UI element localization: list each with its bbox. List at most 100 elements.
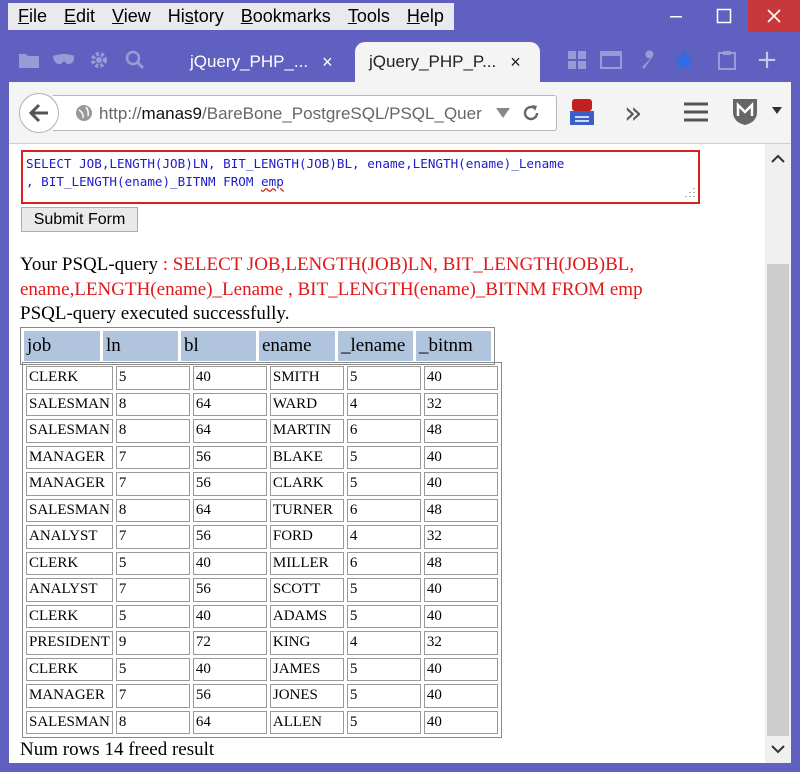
table-cell: MARTIN [269,419,344,443]
table-cell: FORD [269,525,344,549]
table-cell: 8 [115,498,190,522]
table-cell: 5 [115,657,190,681]
column-header-bitnm: _bitnm [416,331,491,361]
menu-tools[interactable]: Tools [348,6,390,27]
scroll-up-icon[interactable] [765,146,791,172]
scroll-thumb[interactable] [767,264,789,736]
table-cell: 40 [192,551,267,575]
table-cell: WARD [269,392,344,416]
table-cell: TURNER [269,498,344,522]
table-cell: 64 [192,710,267,734]
table-cell: ANALYST [26,578,113,602]
column-header-job: job [24,331,100,361]
menu-history[interactable]: History [168,6,224,27]
overflow-menu[interactable]: » [624,96,642,131]
table-cell: 56 [192,472,267,496]
column-header-ln: ln [103,331,178,361]
table-row: MANAGER 7 56 JONES 5 40 [26,684,498,708]
query-echo-line2: ename,LENGTH(ename)_Lename , BIT_LENGTH(… [20,279,643,300]
url-bar[interactable]: http://manas9/BareBone_PostgreSQL/PSQL_Q… [53,95,557,131]
table-cell: 64 [192,419,267,443]
tab-2-active[interactable]: jQuery_PHP_P... × [355,42,540,82]
submit-form-button[interactable]: Submit Form [21,207,138,232]
table-cell: 48 [423,551,498,575]
table-cell: 40 [423,657,498,681]
wrench-icon[interactable] [638,50,660,70]
table-cell: 5 [346,445,421,469]
window-icon[interactable] [600,50,622,70]
chevron-down-icon[interactable] [771,106,783,116]
gear-icon[interactable] [88,50,110,70]
table-cell: 5 [346,472,421,496]
table-cell: CLERK [26,657,113,681]
table-cell: MANAGER [26,472,113,496]
table-cell: 64 [192,498,267,522]
table-cell: 56 [192,684,267,708]
back-button[interactable] [19,93,59,133]
tab-1[interactable]: jQuery_PHP_... × [190,42,333,82]
table-cell: ANALYST [26,525,113,549]
menu-bookmarks[interactable]: Bookmarks [241,6,331,27]
table-cell: 5 [346,710,421,734]
search-icon[interactable] [124,50,146,70]
table-cell: 40 [423,445,498,469]
table-cell: JONES [269,684,344,708]
table-cell: 5 [346,684,421,708]
table-cell: 40 [423,366,498,390]
bookmark-star-icon[interactable] [673,50,695,70]
table-row: CLERK 5 40 JAMES 5 40 [26,657,498,681]
table-cell: CLARK [269,472,344,496]
query-echo-line1: Your PSQL-query : SELECT JOB,LENGTH(JOB)… [20,254,635,275]
table-cell: 40 [423,710,498,734]
video-download-icon[interactable] [569,97,595,127]
url-text[interactable]: http://manas9/BareBone_PostgreSQL/PSQL_Q… [99,104,489,124]
table-cell: 5 [346,578,421,602]
table-cell: SMITH [269,366,344,390]
table-cell: ALLEN [269,710,344,734]
table-row: MANAGER 7 56 BLAKE 5 40 [26,445,498,469]
table-cell: JAMES [269,657,344,681]
hamburger-menu-icon[interactable] [683,101,709,123]
shield-addon-icon[interactable] [731,96,759,126]
maximize-button[interactable] [700,0,748,32]
table-row: SALESMAN 8 64 ALLEN 5 40 [26,710,498,734]
table-cell: MANAGER [26,445,113,469]
page-content: SELECT JOB,LENGTH(JOB)LN, BIT_LENGTH(JOB… [9,144,765,763]
table-cell: 32 [423,631,498,655]
clipboard-icon[interactable] [716,50,738,70]
menu-edit[interactable]: Edit [64,6,95,27]
dropdown-arrow-icon[interactable] [495,106,511,120]
vertical-scrollbar[interactable] [765,144,791,763]
reload-icon[interactable] [521,103,541,123]
minimize-button[interactable] [652,0,700,32]
close-icon [767,9,781,23]
menu-help[interactable]: Help [407,6,444,27]
table-cell: 56 [192,578,267,602]
tab-close-icon[interactable]: × [510,52,521,73]
table-cell: 56 [192,525,267,549]
table-cell: 6 [346,498,421,522]
menu-file[interactable]: File [18,6,47,27]
table-row: ANALYST 7 56 SCOTT 5 40 [26,578,498,602]
close-window-button[interactable] [748,0,800,32]
table-cell: 40 [192,604,267,628]
tab-groups-icon[interactable] [566,50,588,70]
scroll-down-icon[interactable] [765,736,791,762]
query-textarea[interactable]: SELECT JOB,LENGTH(JOB)LN, BIT_LENGTH(JOB… [21,150,700,204]
table-row: CLERK 5 40 MILLER 6 48 [26,551,498,575]
table-cell: 5 [346,604,421,628]
new-tab-button[interactable]: + [756,45,778,75]
menu-view[interactable]: View [112,6,151,27]
table-cell: 40 [423,472,498,496]
resize-grip-icon[interactable] [682,186,696,200]
footer-message: Num rows 14 freed result [20,739,215,760]
table-cell: KING [269,631,344,655]
tab-close-icon[interactable]: × [322,52,333,73]
folder-icon[interactable] [18,50,40,70]
status-message: PSQL-query executed successfully. [20,303,290,324]
table-cell: 4 [346,631,421,655]
menubar: File Edit View History Bookmarks Tools H… [8,3,454,30]
mask-icon[interactable] [52,50,74,70]
browser-window: File Edit View History Bookmarks Tools H… [0,0,800,772]
table-cell: CLERK [26,366,113,390]
